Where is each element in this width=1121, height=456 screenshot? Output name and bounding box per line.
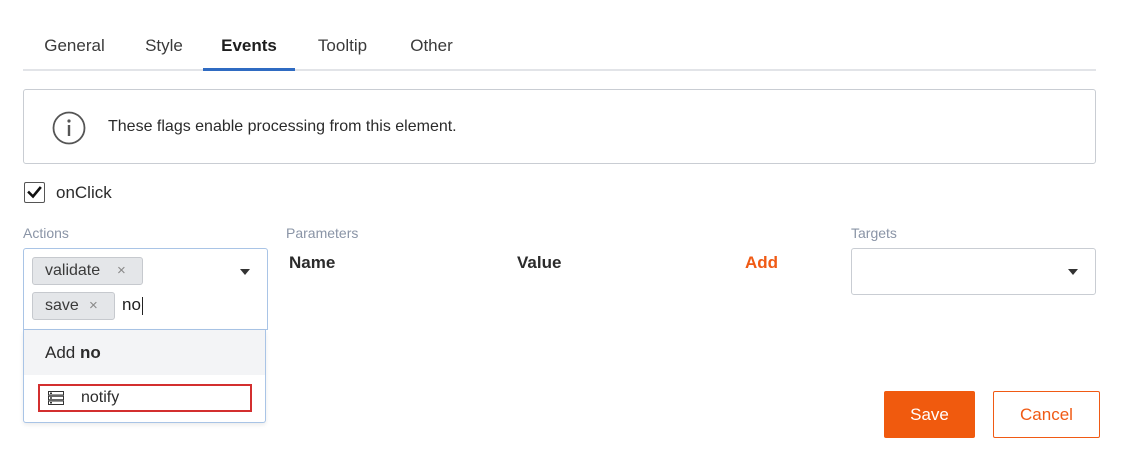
actions-dropdown: Add no notify xyxy=(23,330,266,423)
tab-events[interactable]: Events xyxy=(203,24,295,71)
action-chip-validate: validate × xyxy=(32,257,143,285)
action-chip-save: save × xyxy=(32,292,115,320)
targets-select[interactable] xyxy=(851,248,1096,295)
param-value-header: Value xyxy=(517,253,562,272)
chevron-down-icon[interactable] xyxy=(240,269,250,275)
actions-search-input[interactable]: no xyxy=(122,295,143,315)
tab-other[interactable]: Other xyxy=(408,24,455,71)
param-name-header: Name xyxy=(289,253,336,272)
remove-save-icon[interactable]: × xyxy=(89,293,98,319)
list-icon xyxy=(48,391,64,405)
info-circle-icon xyxy=(52,111,86,145)
checkmark-icon xyxy=(27,186,42,199)
save-button[interactable]: Save xyxy=(884,391,975,438)
tab-general[interactable]: General xyxy=(44,24,105,71)
actions-label: Actions xyxy=(23,225,69,241)
chip-label: validate xyxy=(45,262,101,279)
info-text: These flags enable processing from this … xyxy=(108,118,457,135)
remove-validate-icon[interactable]: × xyxy=(117,258,126,284)
tab-bar: General Style Events Tooltip Other xyxy=(23,24,1096,71)
chip-label: save xyxy=(45,297,79,314)
parameters-label: Parameters xyxy=(286,225,359,241)
option-notify[interactable]: notify xyxy=(38,384,252,412)
onclick-checkbox[interactable] xyxy=(24,182,45,203)
targets-label: Targets xyxy=(851,225,897,241)
tab-style[interactable]: Style xyxy=(142,24,186,71)
cancel-button[interactable]: Cancel xyxy=(993,391,1100,438)
info-panel: These flags enable processing from this … xyxy=(23,89,1096,164)
actions-multiselect[interactable]: validate × save × no xyxy=(23,248,268,330)
option-label: notify xyxy=(81,389,120,406)
tab-tooltip[interactable]: Tooltip xyxy=(314,24,371,71)
onclick-label: onClick xyxy=(56,183,112,202)
add-option[interactable]: Add no xyxy=(24,330,265,375)
add-parameter-link[interactable]: Add xyxy=(745,253,778,273)
chevron-down-icon[interactable] xyxy=(1068,269,1078,275)
